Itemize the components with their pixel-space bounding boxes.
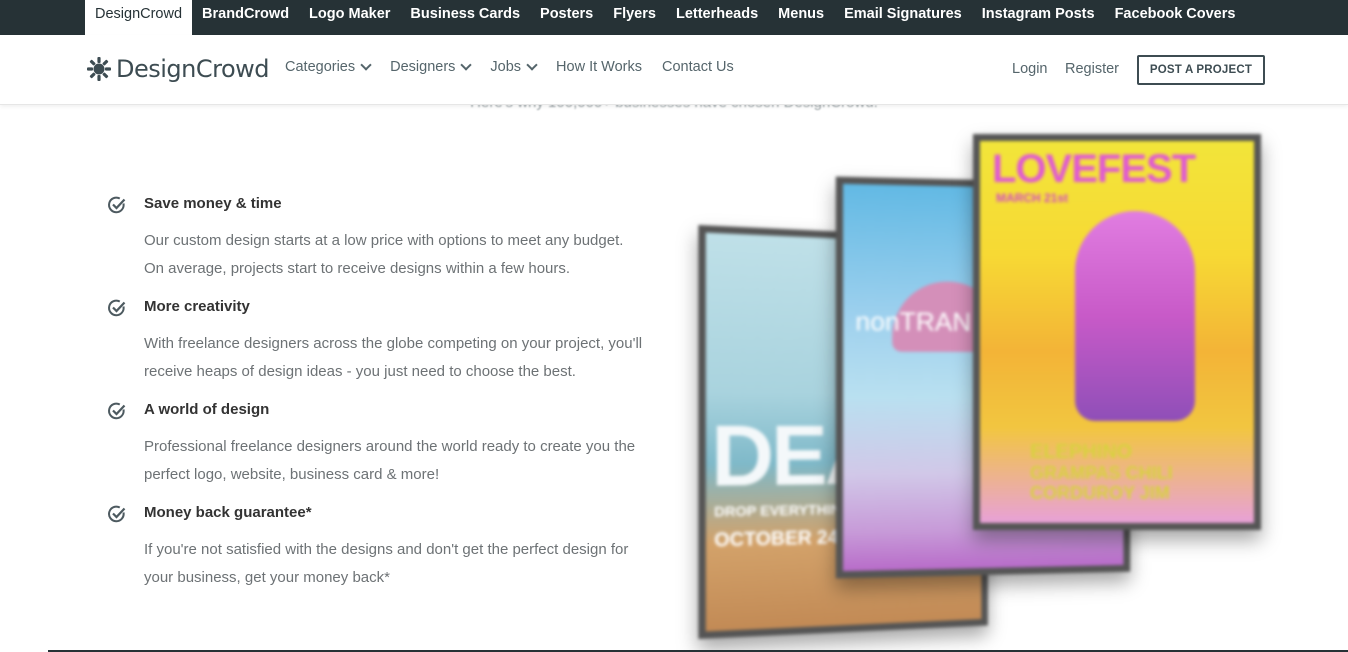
chevron-down-icon [460, 59, 473, 71]
topbar-item-menus[interactable]: Menus [768, 0, 834, 35]
poster-frame-right: LOVEFEST MARCH 21st ELEPHINO GRAMPAS CHI… [973, 134, 1261, 530]
chevron-down-icon [360, 59, 372, 71]
feature-line-2: On average, projects start to receive de… [144, 260, 571, 277]
main-navbar: DesignCrowd Categories Designers Jobs Ho… [0, 35, 1348, 105]
nav-jobs-label: Jobs [490, 59, 522, 75]
register-link[interactable]: Register [1065, 61, 1119, 77]
login-link[interactable]: Login [1012, 61, 1047, 77]
topbar-item-flyers[interactable]: Flyers [603, 0, 666, 35]
feature-description: With freelance designers across the glob… [144, 330, 684, 386]
poster-right-date: MARCH 21st [996, 191, 1069, 205]
check-circle-icon [108, 505, 126, 523]
topbar-item-logo-maker[interactable]: Logo Maker [299, 0, 400, 35]
poster-showcase-image: DEA DROP EVERYTHING AND OCTOBER 24,2016 … [690, 130, 1270, 650]
check-circle-icon [108, 299, 126, 317]
topbar-item-facebook-covers[interactable]: Facebook Covers [1105, 0, 1246, 35]
feature-line-2: perfect logo, website, business card & m… [144, 466, 440, 483]
feature-line-2: your business, get your money back* [144, 569, 390, 586]
feature-title: More creativity [144, 298, 250, 315]
nav-designers[interactable]: Designers [390, 59, 473, 75]
poster-middle-title: nonTRAN [855, 305, 972, 337]
feature-line-1: With freelance designers across the glob… [144, 335, 643, 352]
poster-right-artwork: LOVEFEST MARCH 21st ELEPHINO GRAMPAS CHI… [980, 141, 1254, 523]
check-circle-icon [108, 196, 126, 214]
topbar-item-brandcrowd[interactable]: BrandCrowd [192, 0, 299, 35]
sunburst-logo-icon [87, 57, 111, 81]
nav-how-it-works[interactable]: How It Works [556, 59, 642, 75]
feature-title: Save money & time [144, 195, 282, 212]
nav-categories-label: Categories [285, 59, 356, 75]
nav-links: Categories Designers Jobs How It Works C… [285, 59, 754, 75]
top-category-bar: DesignCrowd BrandCrowd Logo Maker Busine… [0, 0, 1348, 35]
poster-right-title: LOVEFEST [992, 147, 1196, 191]
topbar-item-posters[interactable]: Posters [530, 0, 603, 35]
nav-jobs[interactable]: Jobs [490, 59, 538, 75]
nav-contact-us[interactable]: Contact Us [662, 59, 734, 75]
post-project-button[interactable]: POST A PROJECT [1137, 55, 1265, 85]
nav-designers-label: Designers [390, 59, 456, 75]
poster-right-band-3: CORDUROY JIM [1030, 483, 1170, 503]
check-circle-icon [108, 402, 126, 420]
topbar-item-designcrowd[interactable]: DesignCrowd [85, 0, 193, 35]
feature-line-2: receive heaps of design ideas - you just… [144, 363, 576, 380]
topbar-item-letterheads[interactable]: Letterheads [666, 0, 768, 35]
feature-description: Our custom design starts at a low price … [144, 227, 684, 283]
nav-categories[interactable]: Categories [285, 59, 372, 75]
topbar-item-instagram-posts[interactable]: Instagram Posts [972, 0, 1105, 35]
topbar-item-email-signatures[interactable]: Email Signatures [834, 0, 972, 35]
chevron-down-icon [526, 59, 538, 71]
feature-description: Professional freelance designers around … [144, 433, 684, 489]
feature-line-1: If you're not satisfied with the designs… [144, 541, 629, 558]
top-category-list: DesignCrowd BrandCrowd Logo Maker Busine… [85, 0, 1245, 35]
feature-description: If you're not satisfied with the designs… [144, 536, 684, 592]
poster-right-band-1: ELEPHINO [1030, 441, 1133, 463]
figure-shape [1075, 211, 1195, 421]
feature-line-1: Our custom design starts at a low price … [144, 232, 624, 249]
designcrowd-logo[interactable]: DesignCrowd [86, 55, 270, 83]
logo-text: DesignCrowd [116, 55, 270, 83]
topbar-item-business-cards[interactable]: Business Cards [400, 0, 530, 35]
feature-title: A world of design [144, 401, 270, 418]
feature-line-1: Professional freelance designers around … [144, 438, 636, 455]
feature-title: Money back guarantee* [144, 504, 312, 521]
poster-right-band-2: GRAMPAS CHILI [1030, 463, 1173, 483]
